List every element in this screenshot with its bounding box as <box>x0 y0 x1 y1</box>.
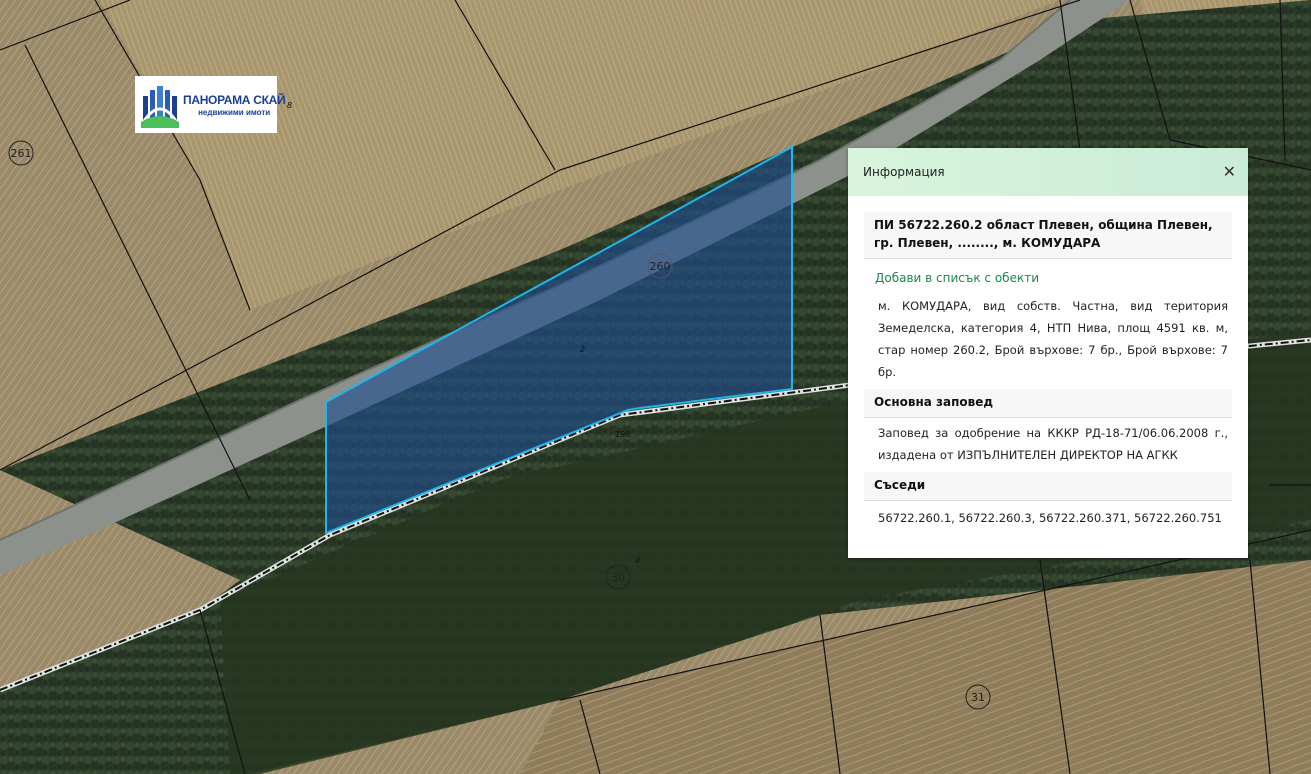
neighbors-heading: Съседи <box>864 472 1232 501</box>
parcel-small-label-2: 2 <box>580 345 585 354</box>
info-panel: Информация ✕ ПИ 56722.260.2 област Плеве… <box>848 148 1248 558</box>
parcel-label-30: 30 <box>611 571 625 584</box>
parcel-label-260: 260 <box>650 260 671 273</box>
parcel-title: ПИ 56722.260.2 област Плевен, община Пле… <box>864 212 1232 259</box>
order-heading: Основна заповед <box>864 389 1232 418</box>
company-logo: ПАНОРАМА СКАЙ недвижими имоти <box>135 76 286 133</box>
logo-mark-icon <box>139 82 181 128</box>
logo-brand-text: ПАНОРАМА СКАЙ <box>183 92 286 107</box>
parcel-description: м. КОМУДАРА, вид собств. Частна, вид тер… <box>878 299 1228 379</box>
parcel-label-261: 261 <box>11 147 32 160</box>
close-icon[interactable]: ✕ <box>1223 164 1236 180</box>
parcel-label-31: 31 <box>971 691 985 704</box>
parcel-small-label-4: 4 <box>635 556 640 565</box>
add-to-list-link[interactable]: Добави в списък с обекти <box>864 259 1232 291</box>
logo-subtitle-text: недвижими имоти <box>198 107 271 117</box>
neighbors-list: 56722.260.1, 56722.260.3, 56722.260.371,… <box>878 511 1222 525</box>
order-text: Заповед за одобрение на КККР РД-18-71/06… <box>878 426 1228 462</box>
parcel-small-label-8: 8 <box>287 101 292 110</box>
info-panel-header: Информация ✕ <box>848 148 1248 196</box>
info-panel-body: ПИ 56722.260.2 област Плевен, община Пле… <box>848 196 1248 535</box>
info-panel-title: Информация <box>863 165 945 179</box>
parcel-small-label-198: 198 <box>615 430 630 439</box>
